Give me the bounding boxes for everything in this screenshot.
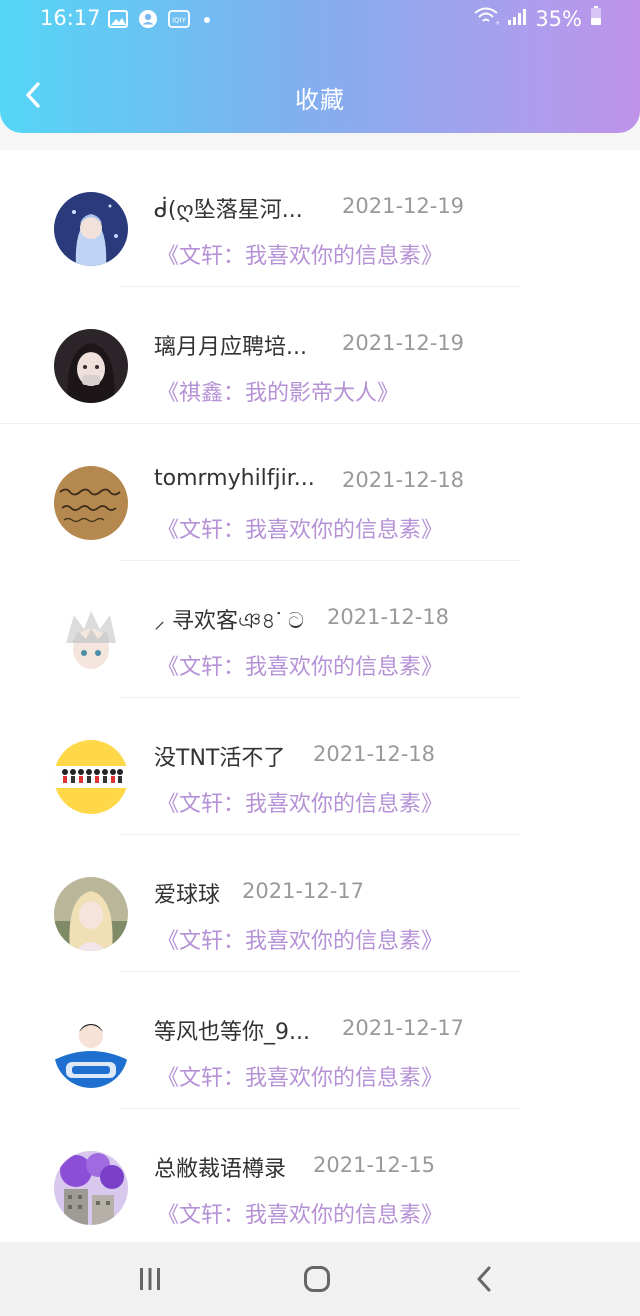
- status-bar: 16:17 iQIY + 35%: [0, 0, 640, 40]
- svg-text:+: +: [495, 19, 499, 26]
- collection-title[interactable]: 《文轩：我喜欢你的信息素》: [157, 238, 443, 270]
- back-icon: [477, 1266, 491, 1292]
- system-back-button[interactable]: [464, 1262, 504, 1296]
- list-item[interactable]: ⸝ 寻欢客ঞ৪ᐝ ට 2021-12-18 《文轩：我喜欢你的信息素》: [0, 561, 640, 698]
- signal-icon: [507, 7, 527, 31]
- favorite-date: 2021-12-18: [327, 605, 450, 629]
- favorite-date: 2021-12-18: [342, 468, 465, 492]
- wifi-icon: +: [473, 6, 501, 31]
- account-icon: [138, 9, 158, 33]
- status-right: + 35%: [473, 6, 602, 31]
- system-nav-bar: [0, 1242, 640, 1316]
- favorite-date: 2021-12-18: [313, 742, 436, 766]
- favorite-date: 2021-12-17: [242, 879, 365, 903]
- user-name[interactable]: 璃月月应聘培...: [154, 329, 307, 361]
- home-icon: [304, 1266, 330, 1292]
- gallery-icon: [108, 10, 128, 32]
- favorites-list: ᑰ(ღ坠落星河... 2021-12-19 《文轩：我喜欢你的信息素》 璃月月应…: [0, 150, 640, 1242]
- user-name[interactable]: ᑰ(ღ坠落星河...: [154, 192, 303, 224]
- avatar[interactable]: [54, 466, 128, 540]
- list-item[interactable]: 没TNT活不了 2021-12-18 《文轩：我喜欢你的信息素》: [0, 698, 640, 835]
- user-name[interactable]: 总敝裁语樽录: [154, 1151, 286, 1183]
- list-item[interactable]: 璃月月应聘培... 2021-12-19 《祺鑫：我的影帝大人》: [0, 287, 640, 424]
- collection-title[interactable]: 《文轩：我喜欢你的信息素》: [157, 512, 443, 544]
- home-button[interactable]: [297, 1262, 337, 1296]
- favorite-date: 2021-12-17: [342, 1016, 465, 1040]
- recent-apps-icon: [140, 1268, 160, 1290]
- user-name[interactable]: tomrmyhilfjir...: [154, 466, 315, 491]
- list-item[interactable]: 总敝裁语樽录 2021-12-15 《文轩：我喜欢你的信息素》: [0, 1109, 640, 1242]
- dot-icon: [200, 12, 214, 31]
- battery-percent: 35%: [535, 6, 582, 31]
- user-name[interactable]: 等风也等你_9...: [154, 1014, 310, 1046]
- page-title: 收藏: [295, 86, 345, 114]
- svg-text:iQIY: iQIY: [172, 17, 187, 25]
- list-item[interactable]: 爱球球 2021-12-17 《文轩：我喜欢你的信息素》: [0, 835, 640, 972]
- collection-title[interactable]: 《文轩：我喜欢你的信息素》: [157, 1197, 443, 1229]
- battery-icon: [590, 6, 602, 31]
- collection-title[interactable]: 《文轩：我喜欢你的信息素》: [157, 1060, 443, 1092]
- iqiyi-icon: iQIY: [168, 10, 190, 32]
- collection-title[interactable]: 《文轩：我喜欢你的信息素》: [157, 923, 443, 955]
- avatar[interactable]: [54, 329, 128, 403]
- collection-title[interactable]: 《文轩：我喜欢你的信息素》: [157, 649, 443, 681]
- user-name[interactable]: 爱球球: [154, 877, 220, 909]
- collection-title[interactable]: 《祺鑫：我的影帝大人》: [157, 375, 399, 407]
- user-name[interactable]: 没TNT活不了: [154, 740, 285, 772]
- favorite-date: 2021-12-19: [342, 331, 465, 355]
- user-name[interactable]: ⸝ 寻欢客ঞ৪ᐝ ට: [154, 603, 304, 641]
- collection-title[interactable]: 《文轩：我喜欢你的信息素》: [157, 786, 443, 818]
- avatar[interactable]: [54, 192, 128, 266]
- recent-apps-button[interactable]: [130, 1262, 170, 1296]
- status-time: 16:17: [40, 6, 101, 30]
- avatar[interactable]: [54, 603, 128, 677]
- list-item[interactable]: ᑰ(ღ坠落星河... 2021-12-19 《文轩：我喜欢你的信息素》: [0, 150, 640, 287]
- app-header: 16:17 iQIY + 35% 收藏: [0, 0, 640, 133]
- favorite-date: 2021-12-19: [342, 194, 465, 218]
- favorite-date: 2021-12-15: [313, 1153, 436, 1177]
- avatar[interactable]: [54, 1014, 128, 1088]
- status-notification-icons: iQIY: [108, 9, 214, 33]
- avatar[interactable]: [54, 877, 128, 951]
- list-item[interactable]: 等风也等你_9... 2021-12-17 《文轩：我喜欢你的信息素》: [0, 972, 640, 1109]
- list-item[interactable]: tomrmyhilfjir... 2021-12-18 《文轩：我喜欢你的信息素…: [0, 424, 640, 561]
- avatar[interactable]: [54, 740, 128, 814]
- avatar[interactable]: [54, 1151, 128, 1225]
